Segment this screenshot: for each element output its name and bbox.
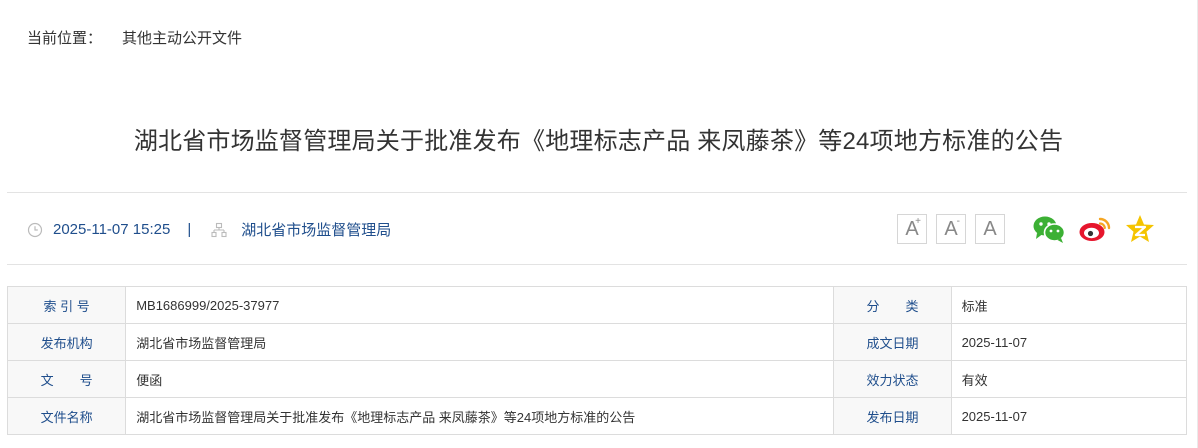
share-qzone-button[interactable] [1123,212,1157,246]
written-date-value: 2025-11-07 [950,323,1188,361]
publisher[interactable]: 湖北省市场监督管理局 [241,219,391,240]
page-title: 湖北省市场监督管理局关于批准发布《地理标志产品 来凤藤茶》等24项地方标准的公告 [133,128,1064,155]
issuing-agency-value: 湖北省市场监督管理局 [125,323,835,361]
share-weibo-button[interactable] [1078,212,1112,246]
qzone-icon [1126,215,1154,242]
document-info-table: 索 引 号 MB1686999/2025-37977 分 类 标准 发布机构 湖… [6,286,1188,435]
weibo-icon [1079,217,1111,241]
meta-separator: | [187,221,192,238]
breadcrumb-label: 当前位置： [27,30,103,47]
publish-date-value: 2025-11-07 [950,397,1188,435]
index-number-value: MB1686999/2025-37977 [125,286,835,324]
index-number-label: 索 引 号 [6,286,127,324]
breadcrumb-current[interactable]: 其他主动公开文件 [122,27,242,48]
divider [7,192,1187,193]
page: 当前位置： 其他主动公开文件 湖北省市场监督管理局关于批准发布《地理标志产品 来… [0,0,1198,448]
document-number-label: 文 号 [6,360,127,398]
font-decrease-button[interactable]: A - [936,214,966,244]
font-increase-mark: + [915,216,921,227]
article-tools: A + A - A [897,212,1157,246]
clock-icon [27,222,43,237]
font-decrease-mark: - [956,216,960,227]
table-row: 文 号 便函 效力状态 有效 [6,360,1188,398]
font-increase-button[interactable]: A + [897,214,927,244]
publish-datetime: 2025-11-07 15:25 [53,221,171,238]
document-number-value: 便函 [125,360,835,398]
table-row: 发布机构 湖北省市场监督管理局 成文日期 2025-11-07 [6,323,1188,361]
written-date-label: 成文日期 [833,323,952,361]
breadcrumb: 当前位置： 其他主动公开文件 [27,27,242,48]
organization-icon [211,222,227,237]
table-row: 文件名称 湖北省市场监督管理局关于批准发布《地理标志产品 来凤藤茶》等24项地方… [6,397,1188,435]
publish-date-label: 发布日期 [833,397,952,435]
divider [7,264,1187,265]
category-value: 标准 [950,286,1188,324]
article-meta: 2025-11-07 15:25 | 湖北省市场监督管理局 [27,219,391,240]
font-reset-label: A [983,217,997,240]
validity-status-value: 有效 [950,360,1188,398]
issuing-agency-label: 发布机构 [6,323,127,361]
table-row: 索 引 号 MB1686999/2025-37977 分 类 标准 [6,286,1188,324]
document-name-value: 湖北省市场监督管理局关于批准发布《地理标志产品 来凤藤茶》等24项地方标准的公告 [125,397,835,435]
category-label: 分 类 [833,286,952,324]
font-decrease-label: A [944,217,958,240]
document-name-label: 文件名称 [6,397,127,435]
wechat-icon [1033,216,1066,243]
font-reset-button[interactable]: A [975,214,1005,244]
validity-status-label: 效力状态 [833,360,952,398]
share-wechat-button[interactable] [1032,212,1066,246]
